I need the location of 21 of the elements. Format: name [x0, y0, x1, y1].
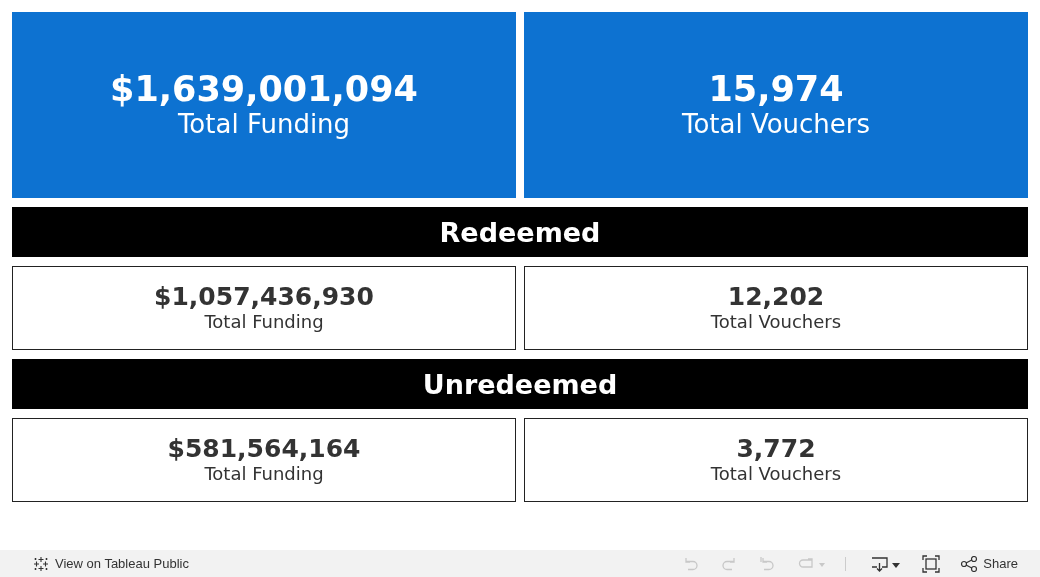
kpi-label: Total Vouchers: [710, 311, 842, 333]
tableau-logo-icon: [33, 555, 49, 572]
view-on-tableau-link-text[interactable]: View on Tableau Public: [55, 556, 189, 571]
kpi-label: Total Funding: [204, 311, 324, 333]
share-icon: [960, 555, 979, 572]
download-icon[interactable]: [870, 554, 901, 573]
kpi-label: Total Vouchers: [710, 463, 842, 485]
kpi-label: Total Vouchers: [681, 108, 871, 140]
kpi-label: Total Funding: [177, 108, 351, 140]
kpi-value: $1,639,001,094: [110, 70, 418, 108]
view-on-tableau-link[interactable]: View on Tableau Public: [33, 555, 189, 572]
kpi-value: 12,202: [727, 283, 825, 311]
kpi-value: 15,974: [708, 70, 844, 108]
kpi-value: $581,564,164: [167, 435, 361, 463]
section-header: Unredeemed: [12, 359, 1028, 409]
kpi-label: Total Funding: [204, 463, 324, 485]
share-button[interactable]: Share: [960, 555, 1018, 572]
section-header: Redeemed: [12, 207, 1028, 257]
kpi-value: 3,772: [736, 435, 816, 463]
fullscreen-icon[interactable]: [922, 554, 941, 573]
kpi-value: $1,057,436,930: [154, 283, 374, 311]
